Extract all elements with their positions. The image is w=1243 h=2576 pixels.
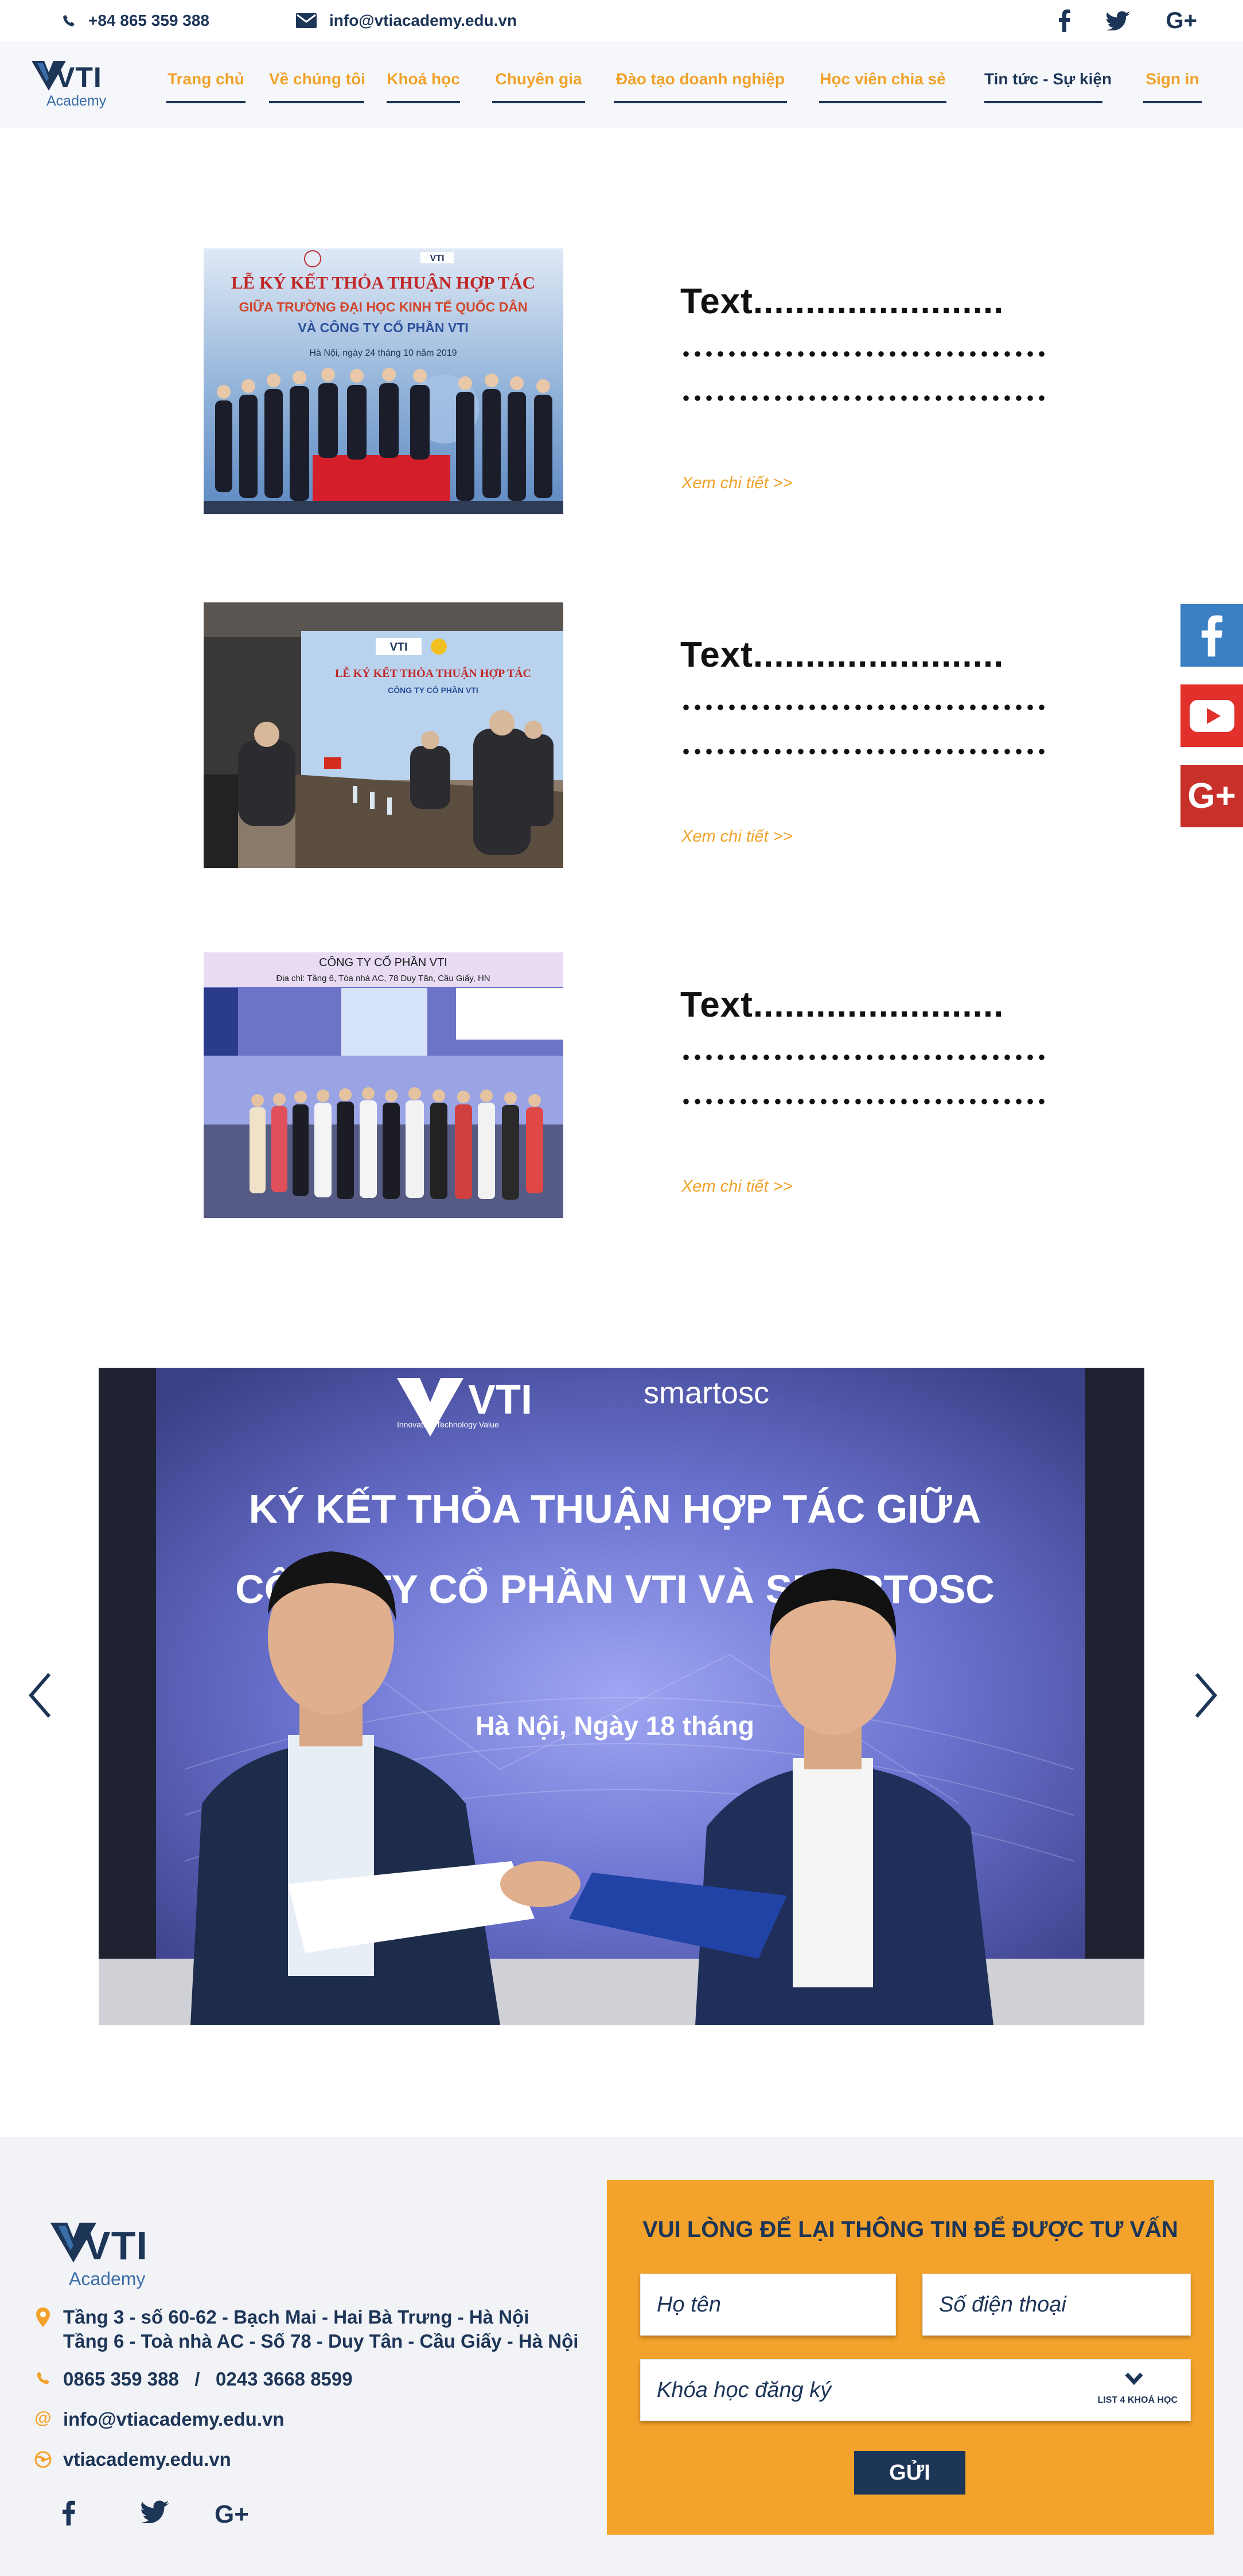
name-input[interactable] (641, 2274, 895, 2335)
svg-text:VTI: VTI (430, 254, 445, 263)
event-slider[interactable]: VTI Innovation Technology Value smartosc… (99, 1368, 1144, 2025)
nav-trang-chu[interactable]: Trang chủ (166, 70, 246, 103)
google-plus-icon: G+ (1187, 776, 1236, 816)
phone-icon (62, 14, 76, 28)
footer-phones: 0865 359 388 / 0243 3668 8599 (34, 2368, 353, 2390)
svg-text:LỄ KÝ KẾT THỎA THUẬN HỢP TÁC: LỄ KÝ KẾT THỎA THUẬN HỢP TÁC (335, 666, 531, 680)
footer-email-address[interactable]: info@vtiacademy.edu.vn (63, 2408, 285, 2430)
top-bar: +84 865 359 388 info@vtiacademy.edu.vn G… (0, 0, 1243, 41)
nav-dao-tao-doanh-nghiep[interactable]: Đào tạo doanh nghiệp (614, 70, 787, 103)
svg-text:VTI: VTI (389, 641, 407, 653)
at-sign-icon: @ (34, 2408, 52, 2427)
svg-text:GIỮA TRƯỜNG ĐẠI HỌC KINH TẾ QU: GIỮA TRƯỜNG ĐẠI HỌC KINH TẾ QUỐC DÂN (239, 299, 528, 314)
nav-tin-tuc-su-kien[interactable]: Tin tức - Sự kiện (984, 70, 1112, 103)
phone-number: +84 865 359 388 (88, 11, 209, 29)
svg-text:VTI: VTI (468, 1377, 532, 1423)
footer-email: @ info@vtiacademy.edu.vn (34, 2408, 285, 2430)
svg-text:Innovation Technology Value: Innovation Technology Value (397, 1420, 499, 1429)
footer-brand-sub: Academy (69, 2268, 146, 2289)
svg-text:LỄ KÝ KẾT THỎA THUẬN HỢP TÁC: LỄ KÝ KẾT THỎA THUẬN HỢP TÁC (231, 272, 535, 293)
news-title-1[interactable]: Text........................ (680, 281, 1004, 322)
side-youtube-button[interactable] (1180, 684, 1243, 747)
nav-ve-chung-toi[interactable]: Về chúng tôi (269, 70, 365, 103)
email-contact[interactable]: info@vtiacademy.edu.vn (296, 9, 517, 32)
footer-website-link[interactable]: vtiacademy.edu.vn (63, 2449, 231, 2470)
google-plus-icon[interactable]: G+ (1166, 9, 1197, 32)
news-read-more-3[interactable]: Xem chi tiết >> (681, 1177, 792, 1196)
phone-input[interactable] (923, 2274, 1190, 2335)
news-placeholder-line (680, 395, 1047, 402)
side-facebook-button[interactable] (1180, 604, 1243, 667)
course-select[interactable]: LIST 4 KHOÁ HỌC (640, 2359, 1191, 2421)
footer-phone-numbers[interactable]: 0865 359 388 / 0243 3668 8599 (63, 2368, 353, 2390)
chevron-left-icon (29, 1673, 51, 1718)
news-image-1[interactable]: VTI LỄ KÝ KẾT THỎA THUẬN HỢP TÁC GIỮA TR… (204, 248, 563, 514)
footer-website: vtiacademy.edu.vn (34, 2449, 231, 2470)
facebook-icon (63, 2500, 75, 2526)
brand-logo[interactable]: VTI Academy (32, 61, 123, 112)
side-google-plus-button[interactable]: G+ (1180, 765, 1243, 827)
address-line-1: Tầng 3 - số 60-62 - Bạch Mai - Hai Bà Tr… (63, 2306, 529, 2328)
twitter-icon[interactable] (1106, 11, 1131, 30)
globe-icon (34, 2449, 52, 2468)
course-list-hint: LIST 4 KHOÁ HỌC (1097, 2395, 1178, 2405)
main-navigation: VTI Academy Trang chủ Về chúng tôi Khoá … (0, 41, 1243, 129)
top-social-links: G+ (1058, 7, 1197, 34)
brand-sub: Academy (46, 93, 107, 109)
footer-google-plus-link[interactable]: G+ (215, 2500, 249, 2529)
news-read-more-2[interactable]: Xem chi tiết >> (681, 827, 792, 846)
twitter-icon (141, 2500, 169, 2523)
phone-icon (34, 2368, 52, 2386)
slider-prev-arrow[interactable] (23, 1670, 57, 1721)
news-placeholder-line (680, 351, 1047, 357)
news-placeholder-line (680, 704, 1047, 711)
news-placeholder-line (680, 1054, 1047, 1061)
news-title-3[interactable]: Text........................ (680, 985, 1004, 1025)
nav-sign-in[interactable]: Sign in (1143, 70, 1202, 103)
address-line-2: Tầng 6 - Toà nhà AC - Số 78 - Duy Tân - … (63, 2330, 579, 2352)
phone-field[interactable] (922, 2274, 1191, 2336)
svg-text:KÝ KẾT THỎA THUẬN HỢP TÁC GIỮA: KÝ KẾT THỎA THUẬN HỢP TÁC GIỮA (249, 1486, 981, 1531)
news-read-more-1[interactable]: Xem chi tiết >> (681, 474, 792, 493)
facebook-icon[interactable] (1058, 9, 1071, 32)
svg-text:CÔNG TY CỔ PHẦN VTI: CÔNG TY CỔ PHẦN VTI (388, 685, 478, 695)
nav-hoc-vien-chia-se[interactable]: Học viên chia sẻ (819, 70, 946, 103)
email-address: info@vtiacademy.edu.vn (329, 11, 517, 29)
mail-icon (296, 13, 317, 28)
slider-next-arrow[interactable] (1189, 1670, 1223, 1721)
name-field[interactable] (640, 2274, 896, 2336)
svg-text:VÀ CÔNG TY CỔ PHẦN VTI: VÀ CÔNG TY CỔ PHẦN VTI (298, 320, 468, 335)
footer-logo[interactable]: VTI Academy (50, 2223, 165, 2291)
youtube-icon (1189, 699, 1234, 732)
svg-text:Hà Nội, Ngày 18 tháng: Hà Nội, Ngày 18 tháng (476, 1711, 754, 1741)
svg-text:CÔNG TY CỔ PHẦN VTI: CÔNG TY CỔ PHẦN VTI (319, 955, 447, 969)
facebook-icon (1201, 615, 1222, 656)
course-input[interactable] (641, 2360, 1190, 2421)
google-plus-icon: G+ (215, 2500, 249, 2528)
news-placeholder-line (680, 1098, 1047, 1105)
location-pin-icon (34, 2305, 52, 2327)
form-title: VUI LÒNG ĐỂ LẠI THÔNG TIN ĐỂ ĐƯỢC TƯ VẤN (642, 2217, 1178, 2242)
brand-name: VTI (56, 61, 102, 94)
footer-facebook-link[interactable] (62, 2500, 76, 2526)
consultation-form: VUI LÒNG ĐỂ LẠI THÔNG TIN ĐỂ ĐƯỢC TƯ VẤN… (607, 2180, 1214, 2535)
nav-khoa-hoc[interactable]: Khoá học (387, 70, 460, 103)
phone-contact[interactable]: +84 865 359 388 (62, 9, 209, 32)
footer-brand-name: VTI (84, 2223, 148, 2268)
chevron-down-icon (1125, 2372, 1143, 2388)
news-title-2[interactable]: Text........................ (680, 635, 1004, 675)
svg-text:smartosc: smartosc (644, 1376, 769, 1410)
news-image-3[interactable]: CÔNG TY CỔ PHẦN VTI Địa chỉ: Tầng 6, Tòa… (204, 952, 563, 1218)
nav-chuyen-gia[interactable]: Chuyên gia (492, 70, 585, 103)
news-placeholder-line (680, 748, 1047, 755)
chevron-right-icon (1195, 1673, 1217, 1718)
news-image-2[interactable]: VTI LỄ KÝ KẾT THỎA THUẬN HỢP TÁC CÔNG TY… (204, 602, 563, 868)
footer-address: Tầng 3 - số 60-62 - Bạch Mai - Hai Bà Tr… (34, 2305, 578, 2353)
svg-text:Địa chỉ: Tầng 6, Tòa nhà AC, 7: Địa chỉ: Tầng 6, Tòa nhà AC, 78 Duy Tân,… (276, 974, 490, 983)
footer-twitter-link[interactable] (141, 2500, 170, 2523)
submit-button[interactable]: GỬI (854, 2451, 965, 2495)
svg-text:Hà Nội, ngày 24 tháng 10 năm 2: Hà Nội, ngày 24 tháng 10 năm 2019 (309, 348, 457, 358)
